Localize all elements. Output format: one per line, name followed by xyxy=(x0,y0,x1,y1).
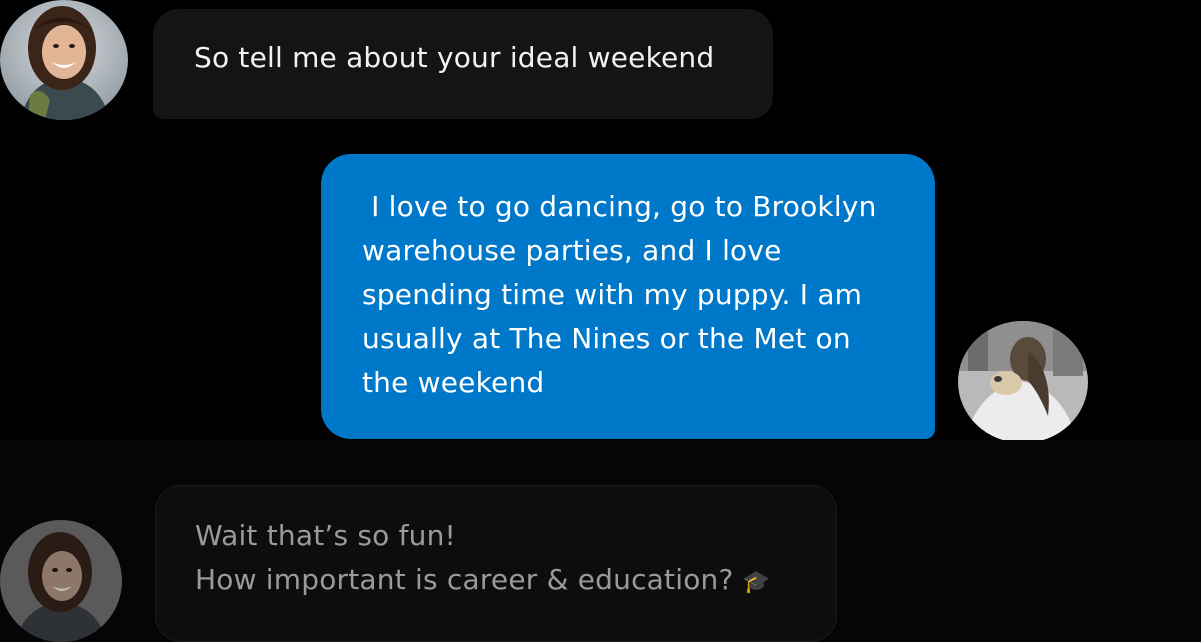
message-bubble-incoming[interactable]: So tell me about your ideal weekend xyxy=(153,9,773,119)
message-bubble-outgoing[interactable]: I love to go dancing, go to Brooklyn war… xyxy=(321,154,935,439)
message-text-line: How important is career & education? xyxy=(195,563,734,596)
match-avatar[interactable] xyxy=(0,520,122,642)
user-avatar-photo xyxy=(958,321,1088,443)
message-text-line: warehouse parties, and I love xyxy=(362,234,782,267)
message-text-line: the weekend xyxy=(362,366,545,399)
chat-thread: So tell me about your ideal weekend I lo… xyxy=(0,0,1201,642)
message-text: So tell me about your ideal weekend xyxy=(194,41,715,74)
message-text-line: spending time with my puppy. I am xyxy=(362,278,863,311)
match-avatar-photo xyxy=(0,0,128,120)
message-text-line: I love to go dancing, go to Brooklyn xyxy=(362,190,877,223)
graduation-cap-icon: 🎓 xyxy=(742,570,771,595)
message-bubble-incoming-faded[interactable]: Wait that’s so fun! How important is car… xyxy=(155,485,837,642)
message-text-line: Wait that’s so fun! xyxy=(195,519,456,552)
message-text-line: usually at The Nines or the Met on xyxy=(362,322,851,355)
match-avatar-photo xyxy=(0,520,122,642)
user-avatar[interactable] xyxy=(958,321,1088,443)
match-avatar[interactable] xyxy=(0,0,128,120)
